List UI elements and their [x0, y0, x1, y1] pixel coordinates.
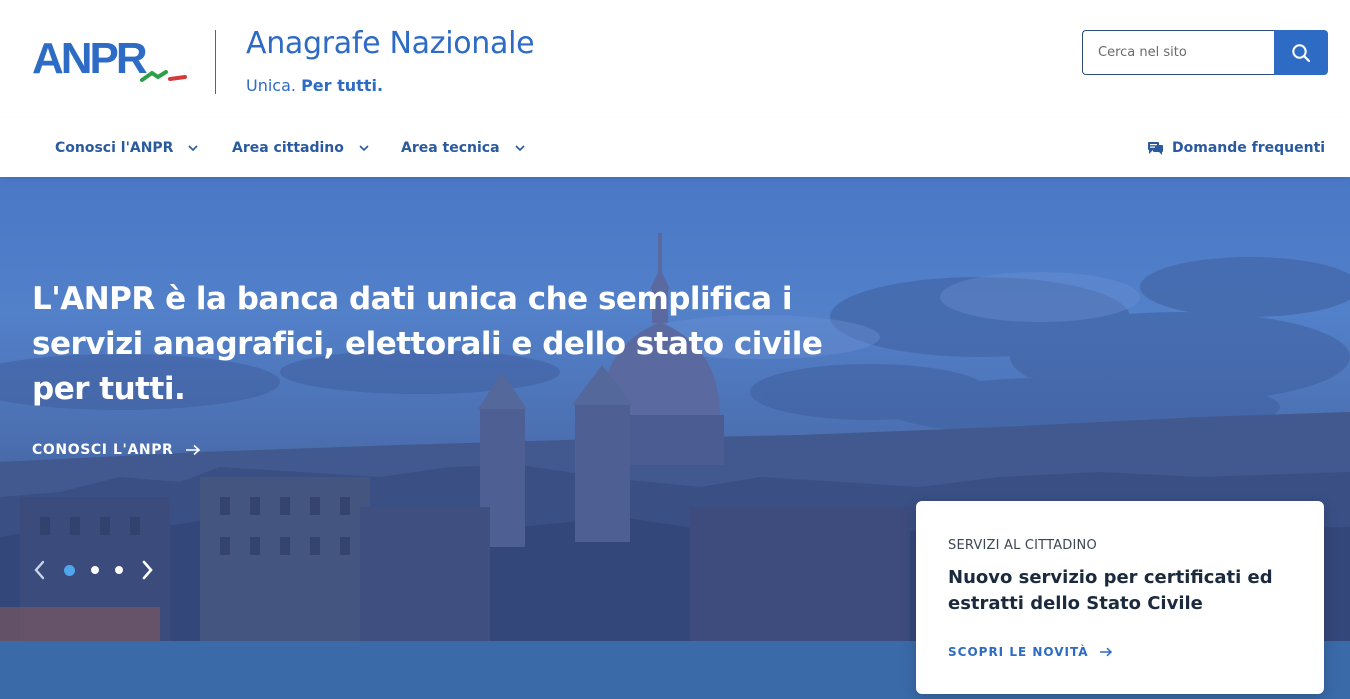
carousel-dot-1[interactable] [64, 564, 75, 576]
nav-item-label: Area tecnica [401, 140, 500, 156]
carousel-dot-2[interactable] [91, 566, 99, 574]
anpr-logo[interactable]: ANPR [32, 30, 192, 90]
nav-item-area-cittadino[interactable]: Area cittadino [232, 140, 370, 156]
arrow-right-icon [1099, 647, 1113, 657]
hero-title-part3: . [173, 371, 186, 407]
hero-title-bold2: per tutti [32, 371, 174, 407]
subtitle-bold: Per tutti. [301, 76, 384, 95]
main-nav: Conosci l'ANPR Area cittadino Area tecni… [0, 118, 1350, 177]
chevron-down-icon [187, 144, 199, 152]
nav-item-label: Area cittadino [232, 140, 344, 156]
faq-link[interactable]: Domande frequenti [1148, 140, 1325, 156]
hero-headline: L'ANPR è la banca dati unica che semplif… [32, 277, 832, 412]
chat-icon [1148, 141, 1163, 155]
subtitle-plain: Unica. [246, 76, 296, 95]
search-icon [1292, 43, 1311, 62]
carousel-dot-3[interactable] [115, 566, 123, 574]
carousel-prev-button[interactable] [32, 559, 46, 581]
hero-title-part1: L'ANPR è la banca dati [32, 281, 426, 317]
card-category: SERVIZI AL CITTADINO [948, 538, 1097, 553]
nav-item-area-tecnica[interactable]: Area tecnica [401, 140, 526, 156]
card-title[interactable]: Nuovo servizio per certificati ed estrat… [948, 565, 1298, 617]
header-divider [215, 30, 216, 94]
card-link-label: SCOPRI LE NOVITÀ [948, 645, 1089, 659]
news-card: SERVIZI AL CITTADINO Nuovo servizio per … [916, 501, 1324, 694]
faq-label: Domande frequenti [1172, 140, 1326, 156]
carousel-controls [32, 559, 155, 581]
site-header: ANPR Anagrafe Nazionale Unica. Per tutti… [0, 0, 1350, 118]
logo-wordmark: ANPR [32, 34, 148, 83]
logo-flag-marks [140, 70, 187, 82]
hero-cta-label: CONOSCI L'ANPR [32, 442, 174, 458]
scopri-novita-link[interactable]: SCOPRI LE NOVITÀ [948, 645, 1113, 659]
arrow-right-icon [185, 444, 201, 456]
carousel-next-button[interactable] [141, 559, 155, 581]
conosci-anpr-link[interactable]: CONOSCI L'ANPR [32, 442, 201, 458]
nav-item-conosci[interactable]: Conosci l'ANPR [55, 140, 199, 156]
site-title[interactable]: Anagrafe Nazionale [246, 26, 535, 61]
chevron-down-icon [514, 144, 526, 152]
hero-title-bold1: unica [425, 281, 518, 317]
nav-item-label: Conosci l'ANPR [55, 140, 174, 156]
site-subtitle: Unica. Per tutti. [246, 76, 383, 95]
search-input[interactable] [1082, 30, 1275, 75]
search-box [1082, 30, 1328, 75]
chevron-down-icon [358, 144, 370, 152]
search-button[interactable] [1274, 30, 1328, 75]
